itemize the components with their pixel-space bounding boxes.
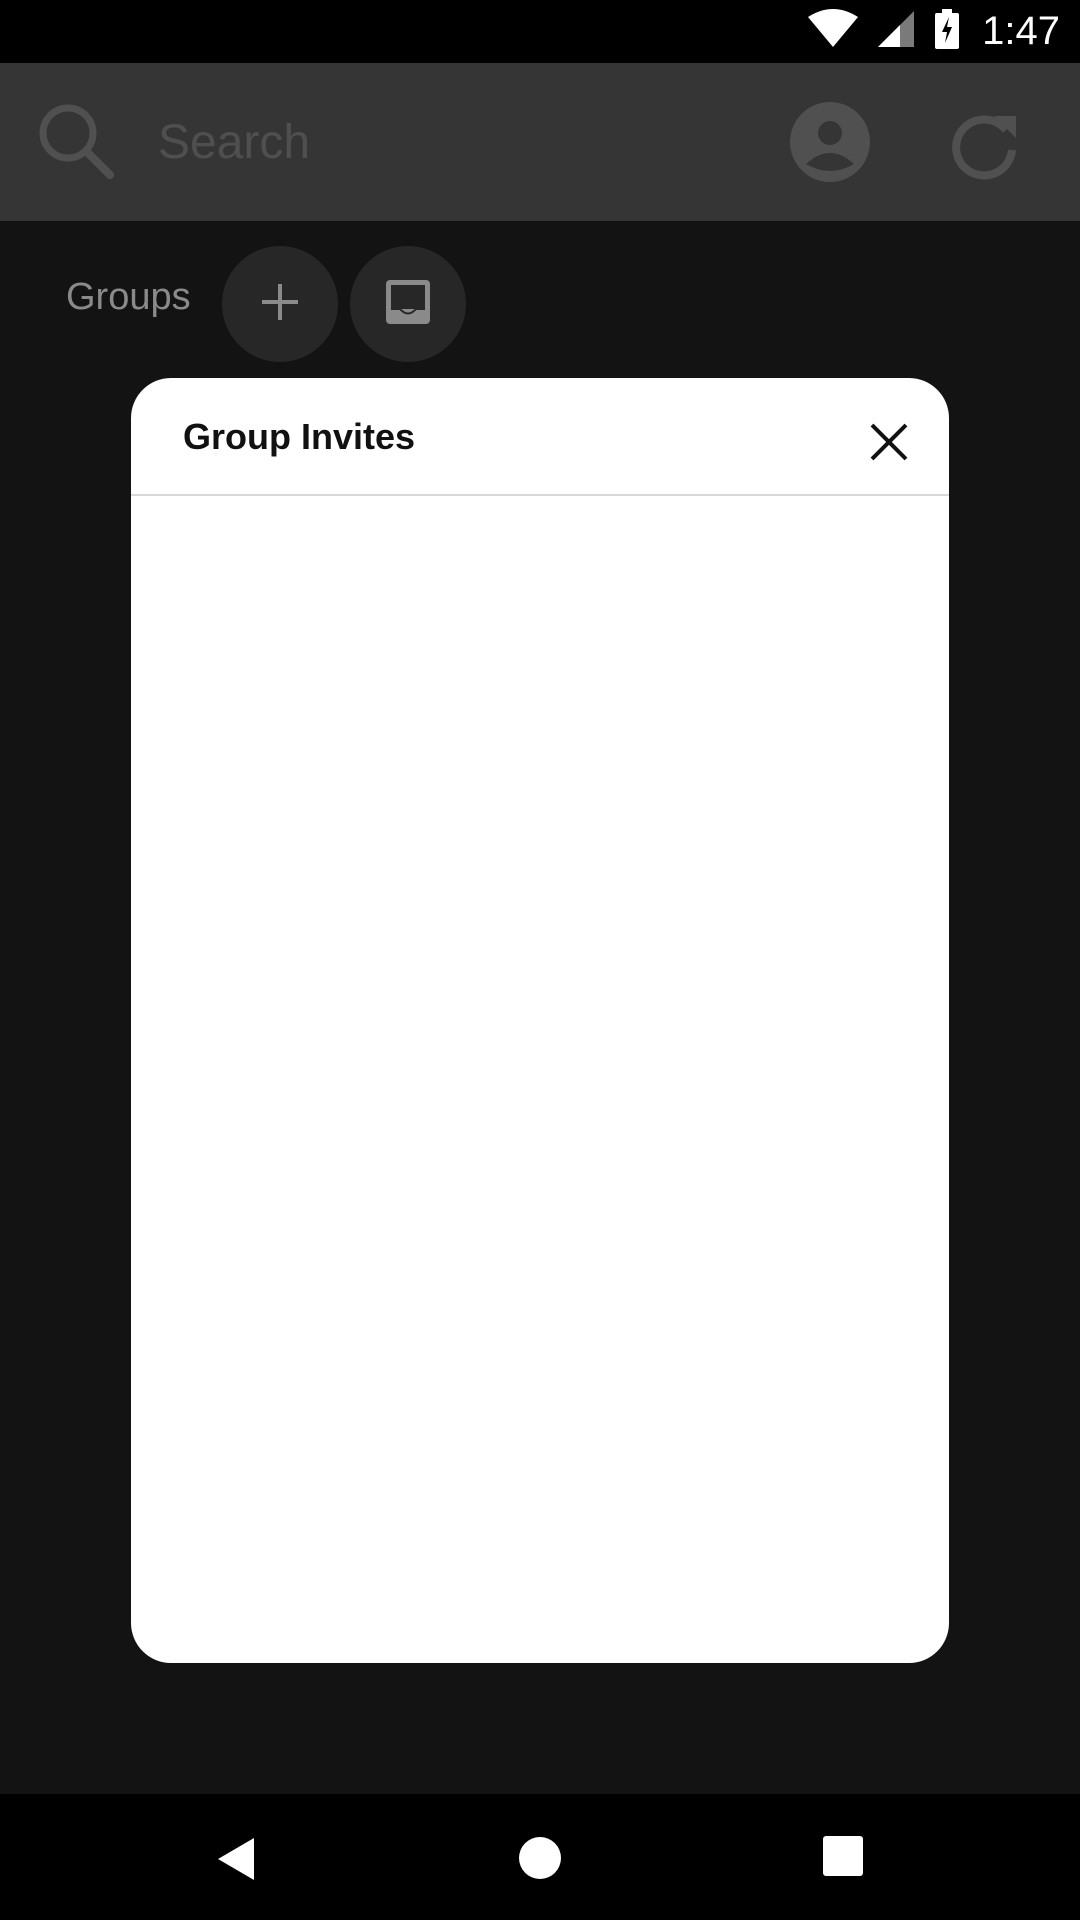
- home-icon[interactable]: [518, 1836, 562, 1885]
- battery-charging-icon: [934, 9, 960, 54]
- status-icons: 1:47: [808, 0, 1060, 63]
- dialog-body: [131, 496, 949, 1663]
- group-invites-dialog: Group Invites: [131, 378, 949, 1663]
- add-group-button[interactable]: [222, 246, 338, 362]
- recents-icon[interactable]: [823, 1836, 863, 1881]
- screen: 1:47 Groups: [0, 0, 1080, 1920]
- search-input[interactable]: [158, 105, 718, 179]
- wifi-icon: [808, 9, 859, 54]
- refresh-icon[interactable]: [950, 108, 1022, 185]
- status-time: 1:47: [982, 9, 1060, 53]
- close-icon[interactable]: [869, 422, 909, 462]
- search-app-bar: [0, 63, 1080, 221]
- dialog-header: Group Invites: [131, 378, 949, 496]
- back-icon[interactable]: [216, 1836, 256, 1887]
- group-invites-button[interactable]: [350, 246, 466, 362]
- add-icon: [260, 282, 300, 327]
- navigation-bar: [0, 1794, 1080, 1920]
- status-bar: 1:47: [0, 0, 1080, 63]
- search-icon[interactable]: [36, 101, 116, 186]
- groups-label: Groups: [66, 276, 191, 318]
- inbox-icon: [384, 278, 432, 331]
- dialog-title: Group Invites: [183, 416, 416, 457]
- account-icon[interactable]: [790, 102, 870, 187]
- signal-icon: [876, 9, 916, 54]
